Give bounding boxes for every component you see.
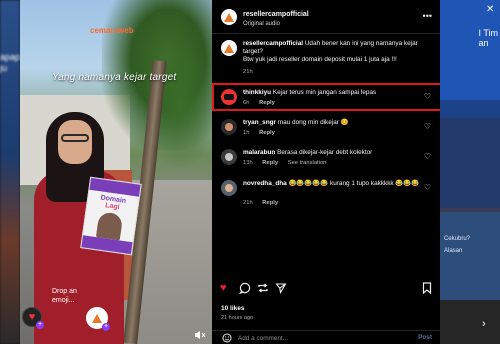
video-caption: Yang namanya kejar target xyxy=(52,72,177,83)
add-comment-bar: Post xyxy=(212,330,440,344)
background-right-small-2: Alasan xyxy=(444,248,463,254)
comment-item: malarabun Berasa dikejar-kejar debt kole… xyxy=(212,149,440,171)
repost-icon[interactable] xyxy=(257,282,269,297)
audio-label[interactable]: Original audio xyxy=(243,21,280,27)
comment-text: mau dong min dikejar 😊 xyxy=(277,119,349,126)
author-name[interactable]: resellercampofficial xyxy=(243,11,309,18)
comment-meta: 1h Reply xyxy=(243,130,283,136)
background-left-text: apap ju xyxy=(0,52,21,73)
cone-logo-icon xyxy=(224,43,234,53)
comment-username[interactable]: tryan_sngr xyxy=(243,119,276,126)
comment-text: 😂😂😂😂😂 kurang 1 tupo kakkkkk 😂😂😂 xyxy=(288,180,420,187)
comment-time: 13h xyxy=(243,160,253,166)
comment-body: resellercampofficial Udah bener kan ini … xyxy=(243,40,425,64)
mute-icon[interactable] xyxy=(194,330,208,342)
reply-button[interactable]: Reply xyxy=(259,130,275,136)
comment-time: 21h xyxy=(243,200,253,206)
author-avatar[interactable] xyxy=(221,9,237,25)
background-right-block-3: Cekubru? Alasan xyxy=(440,212,500,302)
comment-username[interactable]: resellercampofficial xyxy=(243,40,303,47)
comment-icon[interactable] xyxy=(239,282,251,297)
comment-username[interactable]: novredha_dha xyxy=(243,180,287,187)
comment-time: 21h xyxy=(243,69,253,75)
comment-avatar[interactable] xyxy=(221,180,237,196)
comment-avatar[interactable] xyxy=(221,149,237,165)
background-right-panel: I Tim an Cekubru? Alasan xyxy=(440,0,500,344)
cone-logo-icon xyxy=(92,313,102,323)
book-photo xyxy=(95,211,124,241)
comment-meta: 13h Reply See translation xyxy=(243,160,334,166)
comments-panel: resellercampofficial Original audio ••• … xyxy=(212,0,440,344)
comment-meta: 21h Reply xyxy=(243,200,286,206)
share-icon[interactable] xyxy=(275,282,287,297)
close-icon[interactable]: ✕ xyxy=(486,4,494,15)
emoji-smile-icon[interactable] xyxy=(222,333,232,344)
post-actions: ♥ xyxy=(212,282,440,298)
background-left-panel: apap ju xyxy=(0,0,20,344)
comment-body: novredha_dha 😂😂😂😂😂 kurang 1 tupo kakkkkk… xyxy=(243,180,425,188)
comment-avatar[interactable] xyxy=(221,40,237,56)
glasses-icon xyxy=(61,134,89,142)
video-logo: cemaraweb xyxy=(90,26,134,35)
more-dots-icon[interactable]: ••• xyxy=(423,11,432,21)
plus-badge-icon: + xyxy=(36,321,44,329)
book-prop: Domain Lagi xyxy=(80,176,142,256)
post-header: resellercampofficial Original audio ••• xyxy=(212,0,440,34)
reel-video[interactable]: cemaraweb Domain Lagi Drop an emoji... xyxy=(20,0,212,344)
drop-emoji-prompt[interactable]: Drop an emoji... xyxy=(52,287,77,305)
author-avatar-bottom[interactable]: + xyxy=(86,307,110,331)
comment-meta: 21h xyxy=(243,69,261,75)
comment-item: tryan_sngr mau dong min dikejar 😊 1h Rep… xyxy=(212,119,440,141)
like-heart-icon[interactable]: ♡ xyxy=(424,183,431,192)
comment-username[interactable]: malarabun xyxy=(243,149,275,156)
add-comment-input[interactable] xyxy=(238,333,388,343)
post-comment-button[interactable]: Post xyxy=(418,334,432,341)
see-translation-link[interactable]: See translation xyxy=(288,160,327,166)
comment-time: 1h xyxy=(243,130,250,136)
save-bookmark-icon[interactable] xyxy=(422,282,432,297)
reels-viewer: apap ju cemaraweb Domain Lagi Drop an em… xyxy=(0,0,500,344)
background-right-text: I Tim an xyxy=(478,28,499,48)
reply-button[interactable]: Reply xyxy=(262,200,278,206)
comment-body: malarabun Berasa dikejar-kejar debt kole… xyxy=(243,149,425,157)
next-chevron-icon[interactable]: › xyxy=(482,318,496,332)
like-heart-icon[interactable]: ♡ xyxy=(424,122,431,131)
comment-body: tryan_sngr mau dong min dikejar 😊 xyxy=(243,119,425,127)
post-timestamp: 21 hours ago xyxy=(221,315,254,321)
follow-plus-icon[interactable]: + xyxy=(102,323,110,331)
reply-button[interactable]: Reply xyxy=(262,160,278,166)
like-heart-icon[interactable]: ♡ xyxy=(424,152,431,161)
highlight-box xyxy=(212,83,444,111)
comment-item: novredha_dha 😂😂😂😂😂 kurang 1 tupo kakkkkk… xyxy=(212,180,440,210)
person-face xyxy=(58,120,92,164)
likes-count[interactable]: 10 likes xyxy=(221,305,245,312)
caption-comment: resellercampofficial Udah bener kan ini … xyxy=(212,40,440,82)
liked-heart-icon[interactable]: ♥ xyxy=(220,282,227,294)
comment-avatar[interactable] xyxy=(221,119,237,135)
comment-text: Berasa dikejar-kejar debt kolektor xyxy=(277,149,373,156)
background-right-block-2 xyxy=(440,118,500,208)
cone-logo-icon xyxy=(224,12,234,22)
heart-emoji-icon[interactable]: ♥ + xyxy=(22,307,44,329)
background-right-small-1: Cekubru? xyxy=(444,236,471,242)
background-right-block: I Tim an xyxy=(440,0,500,100)
